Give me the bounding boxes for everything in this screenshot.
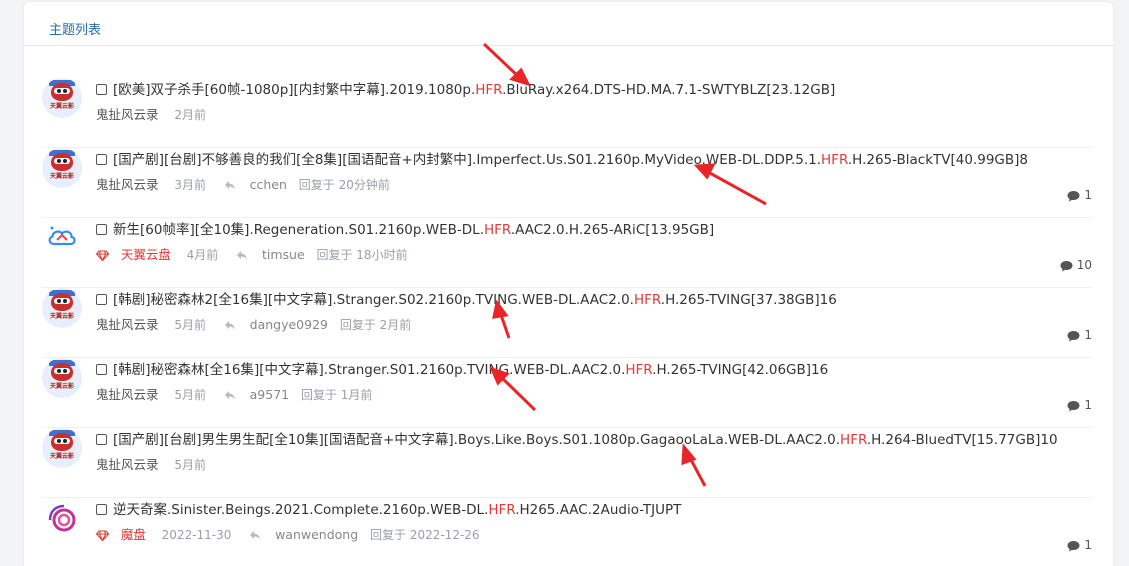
avatar[interactable]: 天翼云影 xyxy=(42,358,82,398)
topic-row[interactable]: 天翼云影 [国产剧][台剧]男生男生配[全10集][国语配音+中文字幕].Boy… xyxy=(42,428,1092,498)
reply-time: 回复于 2月前 xyxy=(339,318,412,332)
reply-time: 回复于 20分钟前 xyxy=(298,178,390,192)
select-checkbox[interactable] xyxy=(96,294,107,305)
topic-row[interactable]: 新生[60帧率][全10集].Regeneration.S01.2160p.WE… xyxy=(42,218,1092,288)
comment-icon xyxy=(1067,401,1080,412)
author-link[interactable]: 鬼扯风云录 xyxy=(96,177,159,192)
reply-count[interactable]: 1 xyxy=(1067,188,1092,202)
last-replier-link[interactable]: wanwendong xyxy=(275,527,358,542)
gem-icon xyxy=(95,530,110,544)
reply-time: 回复于 18小时前 xyxy=(316,248,408,262)
topic-title[interactable]: [韩剧]秘密森林[全16集][中文字幕].Stranger.S01.2160p.… xyxy=(96,358,828,378)
topic-row[interactable]: 天翼云影 [国产剧][台剧]不够善良的我们[全8集][国语配音+内封繁中].Im… xyxy=(42,148,1092,218)
reply-time: 回复于 2022-12-26 xyxy=(370,528,480,542)
comment-icon xyxy=(1060,261,1073,272)
comment-icon xyxy=(1067,191,1080,202)
post-time: 3月前 xyxy=(174,178,206,192)
select-checkbox[interactable] xyxy=(96,504,107,515)
select-checkbox[interactable] xyxy=(96,224,107,235)
select-checkbox[interactable] xyxy=(96,364,107,375)
select-checkbox[interactable] xyxy=(96,154,107,165)
panel-title: 主题列表 xyxy=(24,2,1113,46)
topic-meta: 鬼扯风云录 5月前 xyxy=(96,454,220,473)
post-time: 5月前 xyxy=(174,388,206,402)
reply-icon xyxy=(224,318,238,332)
author-link[interactable]: 鬼扯风云录 xyxy=(96,387,159,402)
topic-row[interactable]: 天翼云影 [韩剧]秘密森林2[全16集][中文字幕].Stranger.S02.… xyxy=(42,288,1092,358)
topic-row[interactable]: 天翼云影 [韩剧]秘密森林[全16集][中文字幕].Stranger.S01.2… xyxy=(42,358,1092,428)
reply-time: 回复于 1月前 xyxy=(300,388,373,402)
post-time: 5月前 xyxy=(174,318,206,332)
reply-count[interactable]: 1 xyxy=(1067,398,1092,412)
author-link[interactable]: 鬼扯风云录 xyxy=(96,107,159,122)
cloud-logo-icon xyxy=(48,226,76,246)
avatar-brand-text: 天翼云影 xyxy=(49,453,74,460)
reply-count[interactable]: 1 xyxy=(1067,328,1092,342)
avatar[interactable]: 天翼云影 xyxy=(42,148,82,188)
avatar[interactable]: 天翼云影 xyxy=(42,428,82,468)
author-link[interactable]: 鬼扯风云录 xyxy=(96,317,159,332)
avatar[interactable] xyxy=(42,218,82,258)
topic-meta: 鬼扯风云录 5月前 a9571 回复于 1月前 xyxy=(96,384,380,403)
topic-title[interactable]: [欧美]双子杀手[60帧-1080p][内封繁中字幕].2019.1080p.H… xyxy=(96,78,835,98)
topic-title[interactable]: [韩剧]秘密森林2[全16集][中文字幕].Stranger.S02.2160p… xyxy=(96,288,837,308)
reply-icon xyxy=(224,178,238,192)
reply-icon xyxy=(224,388,238,402)
author-link[interactable]: 魔盘 xyxy=(121,527,146,542)
reply-count[interactable]: 1 xyxy=(1067,538,1092,552)
reply-icon xyxy=(249,528,263,542)
post-time: 2月前 xyxy=(174,108,206,122)
post-time: 2022-11-30 xyxy=(161,528,232,542)
avatar[interactable] xyxy=(42,498,82,538)
topic-title[interactable]: [国产剧][台剧]不够善良的我们[全8集][国语配音+内封繁中].Imperfe… xyxy=(96,148,1028,168)
topic-meta: 鬼扯风云录 3月前 cchen 回复于 20分钟前 xyxy=(96,174,398,193)
post-time: 5月前 xyxy=(174,458,206,472)
avatar-brand-text: 天翼云影 xyxy=(49,313,74,320)
reply-icon xyxy=(236,248,250,262)
last-replier-link[interactable]: a9571 xyxy=(250,387,289,402)
modisk-logo-icon xyxy=(48,504,76,532)
post-time: 4月前 xyxy=(186,248,219,262)
topic-row[interactable]: 天翼云影 [欧美]双子杀手[60帧-1080p][内封繁中字幕].2019.10… xyxy=(42,78,1092,148)
topic-title[interactable]: 逆天奇案.Sinister.Beings.2021.Complete.2160p… xyxy=(96,498,681,518)
avatar[interactable]: 天翼云影 xyxy=(42,78,82,118)
avatar[interactable]: 天翼云影 xyxy=(42,288,82,328)
topic-meta: 魔盘 2022-11-30 wanwendong 回复于 2022-12-26 xyxy=(95,524,488,544)
avatar-brand-text: 天翼云影 xyxy=(49,103,74,110)
avatar-brand-text: 天翼云影 xyxy=(49,383,74,390)
topic-meta: 天翼云盘 4月前 timsue 回复于 18小时前 xyxy=(95,244,416,264)
gem-icon xyxy=(95,250,110,264)
select-checkbox[interactable] xyxy=(96,434,107,445)
topic-title[interactable]: [国产剧][台剧]男生男生配[全10集][国语配音+中文字幕].Boys.Lik… xyxy=(96,428,1058,448)
author-link[interactable]: 鬼扯风云录 xyxy=(96,457,159,472)
author-link[interactable]: 天翼云盘 xyxy=(121,247,171,262)
topic-title[interactable]: 新生[60帧率][全10集].Regeneration.S01.2160p.WE… xyxy=(96,218,714,238)
last-replier-link[interactable]: cchen xyxy=(250,177,287,192)
topic-meta: 鬼扯风云录 5月前 dangye0929 回复于 2月前 xyxy=(96,314,419,333)
avatar-brand-text: 天翼云影 xyxy=(49,173,74,180)
comment-icon xyxy=(1067,331,1080,342)
topic-meta: 鬼扯风云录 2月前 xyxy=(96,104,220,123)
last-replier-link[interactable]: timsue xyxy=(262,247,305,262)
comment-icon xyxy=(1067,541,1080,552)
topic-row[interactable]: 逆天奇案.Sinister.Beings.2021.Complete.2160p… xyxy=(42,498,1092,566)
select-checkbox[interactable] xyxy=(96,84,107,95)
topic-list-panel: 主题列表 天翼云影 [欧美]双子杀手[60帧-1080p][内封繁中字幕].20… xyxy=(24,2,1113,566)
last-replier-link[interactable]: dangye0929 xyxy=(250,317,328,332)
reply-count[interactable]: 10 xyxy=(1060,258,1092,272)
